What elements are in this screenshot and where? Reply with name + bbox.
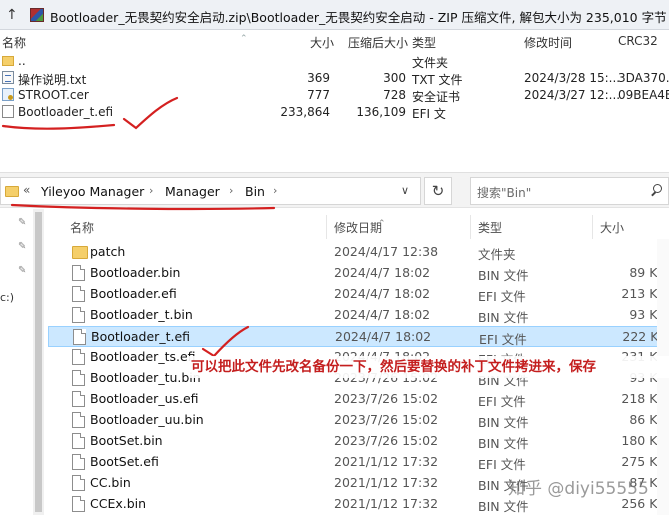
watermark: 知乎 @diyi55555	[508, 479, 649, 499]
underline-address	[10, 203, 276, 211]
annotation-marks	[1, 96, 276, 358]
check-mark-explorer	[201, 325, 250, 358]
underline-archive-file	[1, 123, 116, 130]
annotation-caption: 可以把此文件先改名备份一下，然后要替换的补丁文件拷进来，保存	[189, 356, 669, 378]
check-mark-archive	[122, 96, 179, 130]
